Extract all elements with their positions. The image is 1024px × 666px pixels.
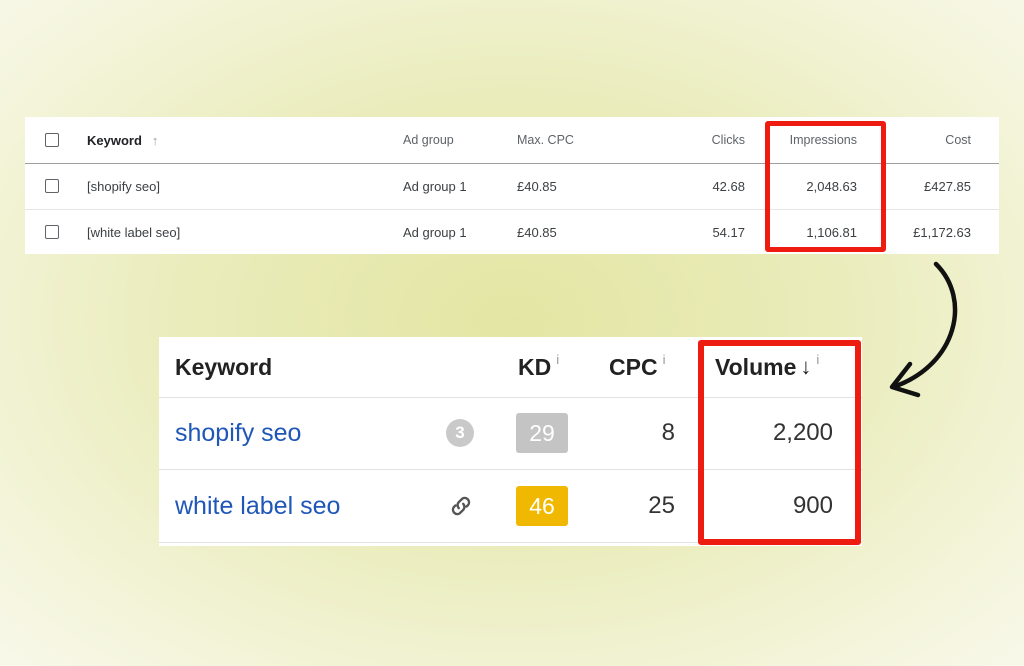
keyword-column-header[interactable]: Keyword	[175, 337, 272, 397]
clicks-cell: 54.17	[712, 224, 745, 240]
max-cpc-cell: £40.85	[517, 224, 557, 240]
keyword-column-header[interactable]: Keyword ↑	[87, 117, 158, 163]
cpc-cell: 25	[599, 470, 675, 542]
kd-badge: 29	[516, 413, 568, 453]
keyword-cell: [shopify seo]	[87, 178, 160, 194]
curved-arrow-icon	[889, 261, 958, 398]
kd-header-label: KD	[518, 353, 552, 380]
impressions-highlight-box	[765, 121, 886, 252]
cpc-value: 25	[648, 492, 675, 519]
keyword-cell: [white label seo]	[87, 224, 181, 240]
clicks-cell: 42.68	[712, 178, 745, 194]
cpc-header-label: CPC	[609, 353, 658, 380]
select-all-checkbox-cell[interactable]	[45, 117, 59, 163]
ad-group-cell[interactable]: Ad group 1	[403, 210, 467, 254]
serp-count-badge[interactable]: 3	[446, 419, 474, 447]
kd-badge: 46	[516, 486, 568, 526]
keyword-link[interactable]: white label seo	[175, 492, 340, 521]
cpc-value: 8	[661, 419, 675, 446]
link-icon-cell	[448, 470, 474, 542]
cpc-info-icon[interactable]: i	[663, 352, 666, 367]
volume-highlight-box	[698, 340, 861, 545]
row-checkbox-cell[interactable]	[45, 210, 59, 254]
cost-cell: £1,172.63	[913, 224, 971, 240]
kd-cell: 46	[516, 470, 568, 542]
row-checkbox[interactable]	[45, 179, 59, 193]
serp-count-cell: 3	[446, 397, 474, 469]
kd-info-icon[interactable]: i	[556, 352, 559, 367]
ad-group-column-header[interactable]: Ad group	[403, 117, 454, 163]
keyword-cell: white label seo	[175, 470, 340, 542]
cpc-cell: 8	[599, 397, 675, 469]
kd-cell: 29	[516, 397, 568, 469]
sort-up-arrow-icon[interactable]: ↑	[152, 133, 159, 148]
ad-group-cell[interactable]: Ad group 1	[403, 163, 467, 209]
row-checkbox[interactable]	[45, 225, 59, 239]
keyword-cell: shopify seo	[175, 397, 301, 469]
clicks-column-header[interactable]: Clicks	[655, 117, 745, 163]
cost-cell: £427.85	[924, 178, 971, 194]
keyword-header-label: Keyword	[175, 353, 273, 380]
cost-column-header[interactable]: Cost	[875, 117, 971, 163]
cpc-column-header[interactable]: CPC i	[609, 337, 665, 397]
max-cpc-column-header[interactable]: Max. CPC	[517, 117, 574, 163]
link-icon[interactable]	[448, 493, 474, 519]
select-all-checkbox[interactable]	[45, 133, 59, 147]
kd-column-header[interactable]: KD i	[518, 337, 559, 397]
row-checkbox-cell[interactable]	[45, 163, 59, 209]
keyword-header-label: Keyword	[87, 132, 142, 148]
keyword-link[interactable]: shopify seo	[175, 419, 301, 448]
max-cpc-cell: £40.85	[517, 178, 557, 194]
